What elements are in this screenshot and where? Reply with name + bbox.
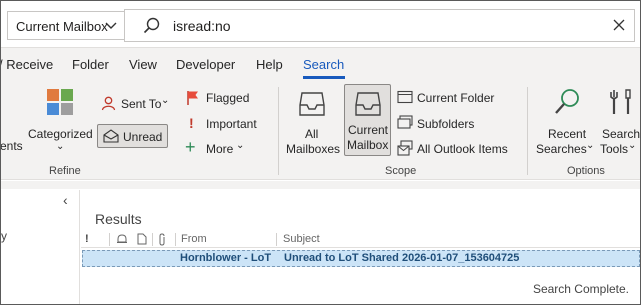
reminder-bell-icon[interactable]: [116, 233, 128, 248]
search-tools-label-1: Search: [602, 127, 641, 141]
ribbon: ents Categorized ⌄ Sent To ⌄ Unread Flag: [0, 81, 641, 180]
important-label: Important: [206, 117, 257, 131]
all-outlook-items-button[interactable]: All Outlook Items: [397, 139, 517, 159]
chevron-down-icon: ⌄: [161, 95, 170, 106]
ribbon-tabs: / Receive Folder View Developer Help Sea…: [0, 48, 640, 81]
collapse-pane-icon[interactable]: ‹: [63, 192, 68, 208]
unread-button[interactable]: Unread: [97, 124, 168, 148]
from-column-header[interactable]: From: [181, 233, 207, 245]
active-tab-indicator: [303, 76, 345, 79]
search-status: Search Complete.: [532, 282, 629, 296]
envelope-open-icon: [103, 129, 119, 146]
chevron-down-icon: ⌄: [586, 140, 595, 151]
all-mailboxes-label-1: All: [305, 127, 319, 141]
document-icon[interactable]: [137, 233, 147, 248]
recent-search-icon: [553, 88, 581, 119]
important-button[interactable]: ! Important: [184, 114, 264, 134]
attachment-icon[interactable]: [157, 233, 167, 249]
row-subject: Unread to LoT Shared 2026-01-07_15360472…: [284, 252, 520, 264]
chevron-down-icon: ⌄: [628, 140, 637, 151]
tab-send-receive[interactable]: / Receive: [0, 57, 53, 72]
subfolders-button[interactable]: Subfolders: [397, 114, 497, 134]
scope-group-label: Scope: [385, 165, 417, 177]
chevron-down-icon: ⌄: [236, 140, 245, 151]
importance-column-icon[interactable]: !: [85, 233, 89, 245]
current-mailbox-label-2: Mailbox: [347, 138, 389, 152]
current-mailbox-button[interactable]: Current Mailbox: [344, 84, 391, 156]
folder-pane-partial-text: y: [1, 229, 7, 243]
ribbon-partial-label: ents: [0, 139, 23, 153]
more-label: More: [206, 142, 234, 156]
tab-view[interactable]: View: [129, 57, 157, 72]
categorized-button[interactable]: Categorized ⌄: [27, 85, 93, 161]
tools-icon: [609, 88, 633, 119]
subfolders-label: Subfolders: [417, 117, 475, 131]
current-folder-label: Current Folder: [417, 91, 495, 105]
search-scope-label: Current Mailbox: [16, 19, 108, 34]
tab-folder[interactable]: Folder: [72, 57, 109, 72]
all-mailboxes-button[interactable]: All Mailboxes: [284, 85, 342, 161]
sent-to-label: Sent To: [121, 97, 162, 111]
search-tools-button[interactable]: Search Tools ⌄: [598, 85, 641, 161]
search-scope-dropdown[interactable]: Current Mailbox: [7, 11, 125, 40]
inbox-icon: [354, 89, 382, 120]
flag-icon: [186, 90, 200, 109]
group-divider: [278, 87, 279, 175]
chevron-down-icon: ⌄: [56, 141, 65, 152]
results-column-header: ! From Subject: [81, 231, 640, 248]
current-folder-button[interactable]: Current Folder: [397, 89, 507, 109]
flagged-label: Flagged: [206, 91, 250, 105]
person-icon: [101, 96, 116, 114]
flagged-button[interactable]: Flagged: [184, 89, 256, 109]
table-row[interactable]: Hornblower - LoT Unread to LoT Shared 20…: [82, 250, 640, 267]
tab-developer[interactable]: Developer: [176, 57, 235, 72]
search-tools-label-2: Tools: [600, 142, 629, 156]
refine-group-label: Refine: [49, 165, 81, 177]
results-title: Results: [95, 211, 142, 227]
search-input[interactable]: isread:no: [124, 9, 635, 42]
exclamation-icon: !: [189, 115, 194, 131]
categorized-label: Categorized: [28, 127, 93, 141]
recent-searches-label-2: Searches: [536, 142, 587, 156]
all-items-icon: [397, 140, 413, 159]
more-button[interactable]: + More ⌄: [184, 137, 250, 159]
search-icon: [143, 17, 161, 38]
inbox-icon: [298, 89, 326, 120]
categorize-icon: [46, 88, 74, 119]
recent-searches-label-1: Recent: [548, 127, 587, 141]
tab-search[interactable]: Search: [303, 57, 344, 72]
row-from: Hornblower - LoT: [180, 252, 272, 264]
options-group-label: Options: [567, 165, 605, 177]
tab-help[interactable]: Help: [256, 57, 283, 72]
close-icon[interactable]: [612, 18, 626, 35]
folder-pane: ‹ y: [1, 190, 80, 304]
chevron-down-icon: [104, 18, 118, 35]
all-mailboxes-label-2: Mailboxes: [286, 142, 341, 156]
subject-column-header[interactable]: Subject: [283, 233, 320, 245]
subfolders-icon: [397, 115, 413, 132]
folder-icon: [397, 90, 413, 107]
all-outlook-items-label: All Outlook Items: [417, 142, 508, 156]
search-query-text: isread:no: [173, 18, 231, 34]
plus-icon: +: [185, 137, 196, 157]
group-divider: [527, 87, 528, 175]
sent-to-button[interactable]: Sent To ⌄: [99, 94, 173, 114]
recent-searches-button[interactable]: Recent Searches ⌄: [533, 85, 595, 161]
current-mailbox-label-1: Current: [348, 123, 389, 137]
unread-label: Unread: [123, 130, 163, 144]
pane-separator: [1, 181, 640, 189]
